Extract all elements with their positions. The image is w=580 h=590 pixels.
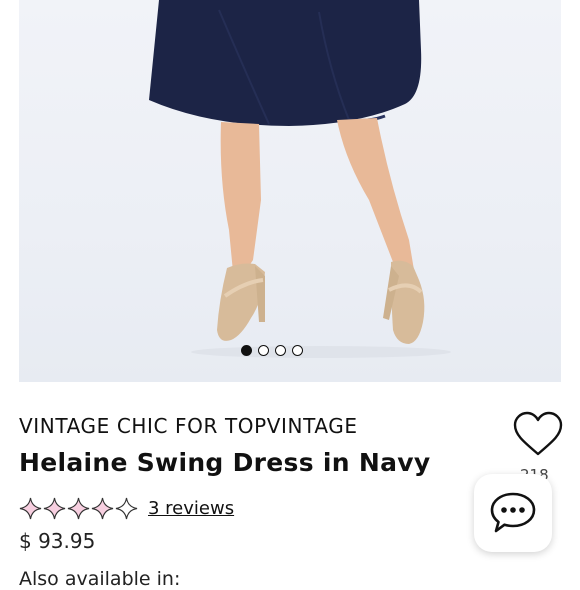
product-rating: 3 reviews	[19, 497, 234, 520]
rating-stars	[19, 497, 138, 520]
gallery-dot-1[interactable]	[241, 345, 252, 356]
star-icon	[91, 497, 114, 520]
chat-button[interactable]	[474, 474, 552, 552]
product-photo	[149, 0, 451, 358]
reviews-link[interactable]: 3 reviews	[148, 498, 234, 519]
product-price: $ 93.95	[19, 529, 96, 553]
product-title: Helaine Swing Dress in Navy	[19, 448, 431, 477]
product-image-gallery[interactable]	[19, 0, 561, 382]
product-brand: VINTAGE CHIC FOR TOPVINTAGE	[19, 414, 358, 438]
chat-bubble-icon	[490, 492, 536, 533]
gallery-dot-4[interactable]	[292, 345, 303, 356]
star-icon-empty	[115, 497, 138, 520]
gallery-dot-3[interactable]	[275, 345, 286, 356]
favorite-button[interactable]	[512, 410, 564, 460]
also-available-label: Also available in:	[19, 568, 181, 590]
star-icon	[67, 497, 90, 520]
heart-icon	[513, 411, 563, 456]
gallery-pagination	[241, 345, 303, 356]
star-icon	[19, 497, 42, 520]
star-icon	[43, 497, 66, 520]
gallery-dot-2[interactable]	[258, 345, 269, 356]
